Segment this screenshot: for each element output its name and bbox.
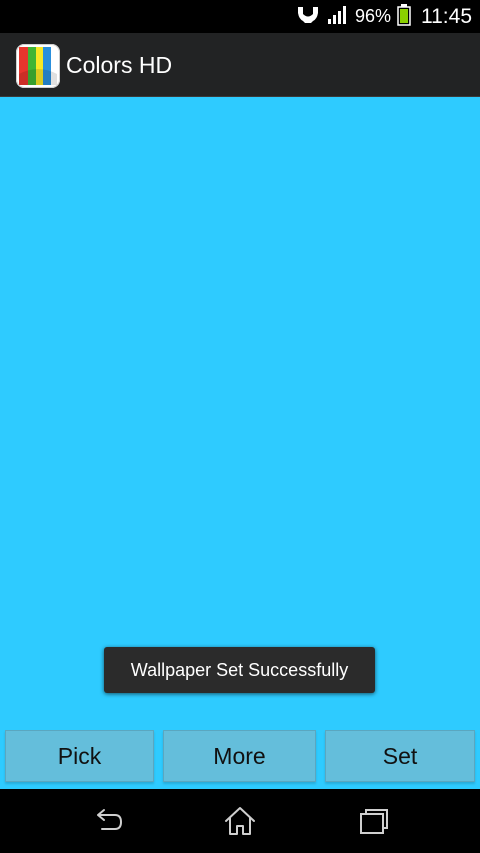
home-icon[interactable] (220, 801, 260, 841)
toast-message: Wallpaper Set Successfully (104, 647, 375, 693)
app-icon (16, 44, 60, 88)
color-preview-area: Wallpaper Set Successfully Pick More Set (0, 97, 480, 789)
status-icons: 96% 11:45 (289, 0, 472, 33)
recent-apps-icon[interactable] (354, 801, 394, 841)
action-bar: Colors HD (0, 33, 480, 97)
button-bar: Pick More Set (0, 730, 480, 784)
signal-icon (327, 5, 349, 29)
battery-icon (397, 3, 411, 30)
app-title: Colors HD (66, 52, 173, 78)
status-bar: 96% 11:45 (0, 0, 480, 33)
battery-percent: 96% (354, 6, 391, 26)
pick-button[interactable]: Pick (5, 730, 154, 782)
status-time: 11:45 (421, 5, 472, 28)
more-button[interactable]: More (163, 730, 316, 782)
set-button[interactable]: Set (325, 730, 475, 782)
nfc-icon (295, 5, 321, 29)
back-icon[interactable] (88, 801, 128, 841)
navigation-bar (0, 789, 480, 853)
